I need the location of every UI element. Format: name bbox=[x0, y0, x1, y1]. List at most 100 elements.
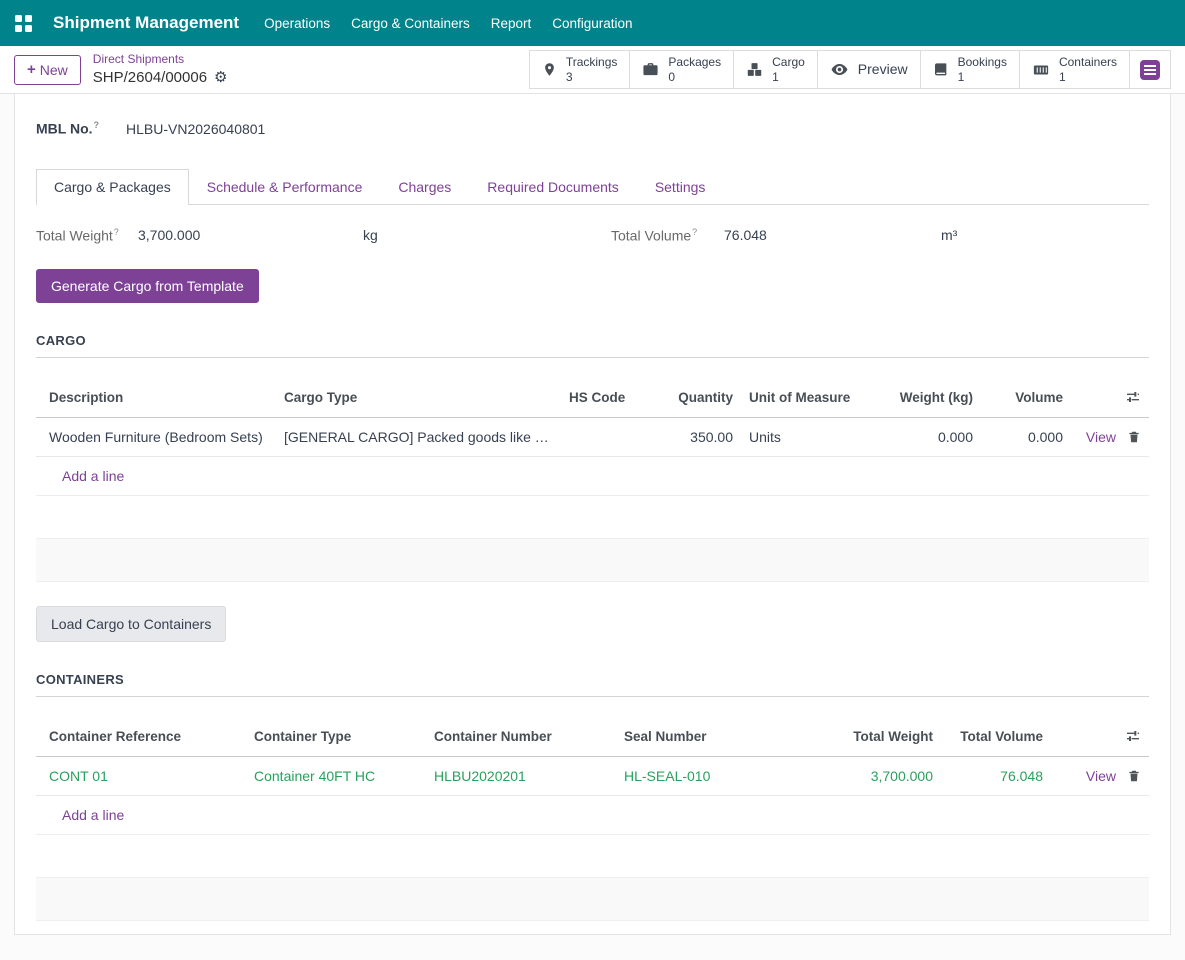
menu-cargo-containers[interactable]: Cargo & Containers bbox=[351, 16, 470, 31]
container-weight-cell[interactable]: 3,700.000 bbox=[806, 756, 941, 797]
stat-button-preview[interactable]: Preview bbox=[816, 50, 921, 89]
cargo-boxes-icon bbox=[746, 61, 763, 78]
containers-section-title: CONTAINERS bbox=[36, 672, 1149, 698]
stat-label: Packages bbox=[668, 55, 722, 70]
stat-label: Bookings bbox=[957, 55, 1007, 70]
notebook-tabs: Cargo & Packages Schedule & Performance … bbox=[36, 168, 1149, 205]
col-hs-code[interactable]: HS Code bbox=[561, 378, 656, 419]
col-container-reference[interactable]: Container Reference bbox=[36, 717, 246, 758]
tab-required-documents[interactable]: Required Documents bbox=[469, 169, 637, 205]
generate-cargo-button[interactable]: Generate Cargo from Template bbox=[36, 269, 259, 304]
cargo-table-row[interactable]: Wooden Furniture (Bedroom Sets) [GENERAL… bbox=[36, 417, 1149, 458]
col-total-weight[interactable]: Total Weight bbox=[806, 717, 941, 758]
stat-label: Containers bbox=[1058, 55, 1117, 70]
help-marker: ? bbox=[113, 226, 119, 237]
new-button[interactable]: + New bbox=[14, 54, 81, 85]
containers-table-header: Container Reference Container Type Conta… bbox=[36, 717, 1149, 758]
col-cargo-type[interactable]: Cargo Type bbox=[276, 378, 561, 419]
plus-icon: + bbox=[27, 61, 36, 78]
help-marker: ? bbox=[692, 226, 698, 237]
cargo-description-cell[interactable]: Wooden Furniture (Bedroom Sets) bbox=[36, 417, 276, 458]
control-panel: + New Direct Shipments SHP/2604/00006 ⚙ … bbox=[0, 46, 1185, 94]
total-volume-field: Total Volume? 76.048 m³ bbox=[611, 227, 957, 244]
containers-add-line-link[interactable]: Add a line bbox=[49, 796, 1149, 834]
container-number-cell[interactable]: HLBU2020201 bbox=[426, 756, 616, 797]
container-seal-cell[interactable]: HL-SEAL-010 bbox=[616, 756, 806, 797]
mbl-label: MBL No.? bbox=[36, 120, 100, 137]
trash-icon[interactable] bbox=[1127, 430, 1141, 444]
col-total-volume[interactable]: Total Volume bbox=[941, 717, 1051, 758]
menu-report[interactable]: Report bbox=[491, 16, 532, 31]
container-volume-cell[interactable]: 76.048 bbox=[941, 756, 1051, 797]
view-button[interactable]: View bbox=[1086, 768, 1116, 784]
new-button-label: New bbox=[39, 61, 68, 78]
col-unit-of-measure[interactable]: Unit of Measure bbox=[741, 378, 871, 419]
mbl-field: MBL No.? HLBU-VN2026040801 bbox=[36, 120, 1149, 137]
col-container-type[interactable]: Container Type bbox=[246, 717, 426, 758]
smart-button-group: Trackings 3 Packages 0 Cargo 1 Preview B… bbox=[528, 50, 1171, 89]
optional-columns-icon[interactable] bbox=[1125, 389, 1141, 405]
apps-grid-icon[interactable] bbox=[15, 14, 32, 32]
total-weight-uom: kg bbox=[363, 227, 378, 244]
stat-count: 1 bbox=[957, 69, 965, 84]
container-reference-cell[interactable]: CONT 01 bbox=[36, 756, 246, 797]
total-volume-value[interactable]: 76.048 bbox=[724, 227, 941, 243]
trash-icon[interactable] bbox=[1127, 769, 1141, 783]
stat-count: 3 bbox=[565, 69, 573, 84]
cargo-quantity-cell[interactable]: 350.00 bbox=[656, 417, 741, 458]
list-lines-icon bbox=[1140, 59, 1160, 80]
cargo-add-line-link[interactable]: Add a line bbox=[49, 457, 1149, 495]
col-volume[interactable]: Volume bbox=[981, 378, 1071, 419]
stat-label: Trackings bbox=[565, 55, 618, 70]
form-sheet: MBL No.? HLBU-VN2026040801 Cargo & Packa… bbox=[14, 94, 1171, 935]
cargo-uom-cell[interactable]: Units bbox=[741, 417, 871, 458]
empty-row bbox=[36, 495, 1149, 540]
app-title: Shipment Management bbox=[53, 13, 240, 32]
load-cargo-button[interactable]: Load Cargo to Containers bbox=[36, 606, 227, 643]
gear-icon[interactable]: ⚙ bbox=[214, 70, 227, 85]
breadcrumb-parent[interactable]: Direct Shipments bbox=[93, 52, 228, 68]
cargo-table-header: Description Cargo Type HS Code Quantity … bbox=[36, 378, 1149, 419]
cargo-add-line-row: Add a line bbox=[36, 456, 1149, 497]
col-container-number[interactable]: Container Number bbox=[426, 717, 616, 758]
total-volume-label: Total Volume? bbox=[611, 226, 698, 244]
cargo-weight-cell[interactable]: 0.000 bbox=[871, 417, 981, 458]
total-volume-uom: m³ bbox=[941, 227, 958, 244]
total-weight-field: Total Weight? 3,700.000 kg bbox=[36, 227, 611, 244]
total-weight-value[interactable]: 3,700.000 bbox=[138, 227, 363, 243]
tab-charges[interactable]: Charges bbox=[380, 169, 469, 205]
tab-schedule-performance[interactable]: Schedule & Performance bbox=[189, 169, 381, 205]
more-stat-buttons-button[interactable] bbox=[1129, 50, 1171, 89]
col-quantity[interactable]: Quantity bbox=[656, 378, 741, 419]
view-button[interactable]: View bbox=[1086, 429, 1116, 445]
containers-table-row[interactable]: CONT 01 Container 40FT HC HLBU2020201 HL… bbox=[36, 756, 1149, 797]
empty-row bbox=[36, 834, 1149, 879]
mbl-value[interactable]: HLBU-VN2026040801 bbox=[126, 121, 265, 137]
breadcrumb: Direct Shipments SHP/2604/00006 ⚙ bbox=[93, 52, 228, 87]
tab-settings[interactable]: Settings bbox=[637, 169, 724, 205]
stat-button-cargo[interactable]: Cargo 1 bbox=[733, 50, 818, 89]
empty-row bbox=[36, 877, 1149, 922]
stat-button-bookings[interactable]: Bookings 1 bbox=[919, 50, 1020, 89]
menu-configuration[interactable]: Configuration bbox=[552, 16, 632, 31]
stat-button-containers[interactable]: Containers 1 bbox=[1018, 50, 1130, 89]
col-description[interactable]: Description bbox=[36, 378, 276, 419]
cargo-hs-code-cell[interactable] bbox=[561, 417, 656, 458]
stat-button-trackings[interactable]: Trackings 3 bbox=[528, 50, 631, 89]
stat-count: 1 bbox=[1058, 69, 1066, 84]
optional-columns-icon[interactable] bbox=[1125, 728, 1141, 744]
col-seal-number[interactable]: Seal Number bbox=[616, 717, 806, 758]
cargo-volume-cell[interactable]: 0.000 bbox=[981, 417, 1071, 458]
breadcrumb-current: SHP/2604/00006 bbox=[92, 68, 208, 86]
cargo-type-cell[interactable]: [GENERAL CARGO] Packed goods like … bbox=[276, 417, 561, 458]
col-weight[interactable]: Weight (kg) bbox=[871, 378, 981, 419]
empty-row bbox=[36, 538, 1149, 583]
tab-cargo-packages[interactable]: Cargo & Packages bbox=[36, 168, 189, 205]
containers-table: Container Reference Container Type Conta… bbox=[36, 717, 1149, 922]
stat-button-packages[interactable]: Packages 0 bbox=[629, 50, 735, 89]
stat-label: Cargo bbox=[772, 55, 805, 70]
top-navbar: Shipment Management Operations Cargo & C… bbox=[0, 0, 1185, 46]
menu-operations[interactable]: Operations bbox=[264, 16, 330, 31]
container-type-cell[interactable]: Container 40FT HC bbox=[246, 756, 426, 797]
cargo-table: Description Cargo Type HS Code Quantity … bbox=[36, 378, 1149, 583]
